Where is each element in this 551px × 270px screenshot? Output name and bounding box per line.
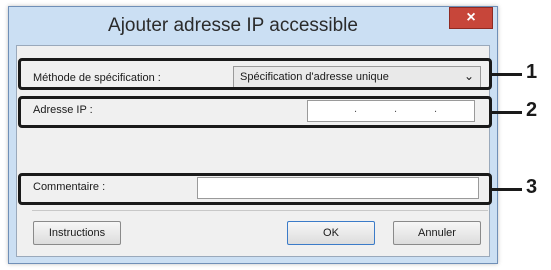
callout-leader-3 (492, 188, 522, 191)
separator (32, 210, 488, 211)
callout-box-2 (18, 96, 492, 128)
close-button[interactable]: × (449, 7, 493, 29)
ok-button[interactable]: OK (287, 221, 375, 245)
callout-number-3: 3 (526, 176, 538, 198)
dialog-title: Ajouter adresse IP accessible (108, 15, 358, 36)
dialog-window: Ajouter adresse IP accessible × Méthode … (8, 6, 498, 264)
callout-leader-2 (492, 111, 522, 114)
title-bar[interactable]: Ajouter adresse IP accessible × (9, 7, 497, 47)
close-icon: × (466, 9, 476, 26)
callout-number-2: 2 (526, 99, 538, 121)
callout-box-1 (18, 58, 492, 90)
callout-leader-1 (492, 73, 522, 76)
instructions-button[interactable]: Instructions (33, 221, 121, 245)
callout-number-1: 1 (526, 61, 538, 83)
cancel-button[interactable]: Annuler (393, 221, 481, 245)
callout-box-3 (18, 173, 492, 205)
